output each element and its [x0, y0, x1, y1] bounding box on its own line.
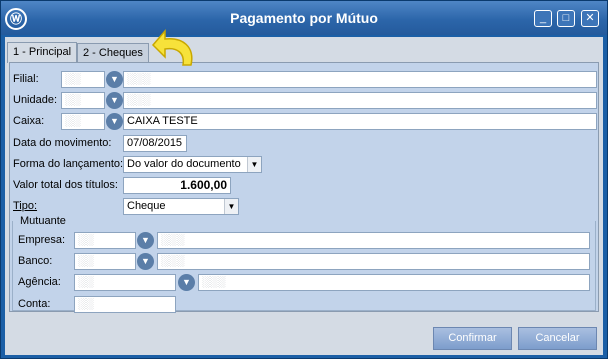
chevron-down-icon[interactable]: ▼ [247, 157, 261, 172]
banco-lookup-icon[interactable]: ▼ [137, 253, 154, 270]
maximize-button[interactable]: □ [557, 10, 575, 27]
banco-name-field[interactable]: ░░░ [157, 253, 590, 270]
valor-total-field[interactable]: 1.600,00 [123, 177, 231, 194]
data-movimento-label: Data do movimento: [13, 137, 112, 149]
caixa-code-field[interactable]: ░░ [61, 113, 105, 130]
tipo-value: Cheque [127, 200, 166, 212]
empresa-lookup-icon[interactable]: ▼ [137, 232, 154, 249]
unidade-code-field[interactable]: ░░ [61, 92, 105, 109]
unidade-name-field[interactable]: ░░░ [123, 92, 597, 109]
unidade-lookup-icon[interactable]: ▼ [106, 92, 123, 109]
empresa-name-field[interactable]: ░░░ [157, 232, 590, 249]
agencia-label: Agência: [18, 276, 61, 288]
tab-cheques[interactable]: 2 - Cheques [77, 43, 149, 62]
empresa-label: Empresa: [18, 234, 66, 246]
banco-label: Banco: [18, 255, 53, 267]
tipo-select[interactable]: Cheque ▼ [123, 198, 239, 215]
filial-label: Filial: [13, 73, 39, 85]
conta-label: Conta: [18, 298, 51, 310]
dialog-body: 1 - Principal 2 - Cheques Filial: ░░ ▼ ░… [5, 37, 603, 355]
close-button[interactable]: ✕ [581, 10, 599, 27]
window-title: Pagamento por Mútuo [230, 10, 378, 26]
chevron-down-icon[interactable]: ▼ [224, 199, 238, 214]
tab-panel-principal: Filial: ░░ ▼ ░░░ Unidade: ░░ ▼ ░░░ Caixa… [9, 62, 599, 313]
title-bar[interactable]: Ⓦ Pagamento por Mútuo _ □ ✕ [1, 1, 607, 35]
filial-lookup-icon[interactable]: ▼ [106, 71, 123, 88]
banco-code-field[interactable]: ░░ [74, 253, 136, 270]
forma-lancamento-value: Do valor do documento [127, 158, 241, 170]
minimize-button[interactable]: _ [534, 10, 552, 27]
cancelar-button[interactable]: Cancelar [518, 327, 597, 350]
data-movimento-field[interactable]: 07/08/2015 [123, 135, 187, 152]
caixa-name-field[interactable]: CAIXA TESTE [123, 113, 597, 130]
forma-lancamento-select[interactable]: Do valor do documento ▼ [123, 156, 262, 173]
confirmar-button[interactable]: Confirmar [433, 327, 512, 350]
forma-lancamento-label: Forma do lançamento: [13, 158, 124, 170]
unidade-label: Unidade: [13, 94, 58, 106]
tab-principal[interactable]: 1 - Principal [7, 42, 78, 63]
agencia-lookup-icon[interactable]: ▼ [178, 274, 195, 291]
filial-code-field[interactable]: ░░ [61, 71, 105, 88]
caixa-label: Caixa: [13, 115, 45, 127]
caixa-lookup-icon[interactable]: ▼ [106, 113, 123, 130]
window: Ⓦ Pagamento por Mútuo _ □ ✕ 1 - Principa… [0, 0, 608, 359]
tipo-label: Tipo: [13, 200, 38, 212]
conta-field[interactable]: ░░ [74, 296, 176, 313]
agencia-code-field[interactable]: ░░ [74, 274, 176, 291]
annotation-arrow-icon [151, 28, 193, 66]
agencia-name-field[interactable]: ░░░ [198, 274, 590, 291]
valor-total-label: Valor total dos títulos: [13, 179, 118, 191]
empresa-code-field[interactable]: ░░ [74, 232, 136, 249]
